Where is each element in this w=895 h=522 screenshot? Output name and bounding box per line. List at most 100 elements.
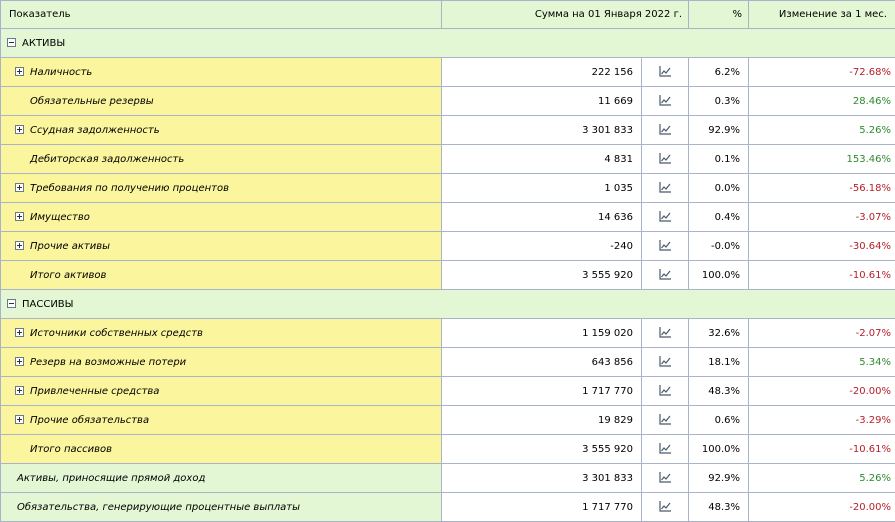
row-label-cell[interactable]: Резерв на возможные потери: [1, 348, 442, 377]
col-header-indicator[interactable]: Показатель: [1, 1, 442, 29]
row-label: Прочие активы: [30, 241, 110, 252]
row-sum: 4 831: [442, 145, 642, 174]
row-label-cell[interactable]: Привлеченные средства: [1, 377, 442, 406]
line-chart-icon[interactable]: [642, 348, 689, 377]
row-sum: 3 555 920: [442, 261, 642, 290]
row-percent: 18.1%: [689, 348, 749, 377]
row-label: Резерв на возможные потери: [30, 357, 186, 368]
row-label-cell: Дебиторская задолженность: [1, 145, 442, 174]
row-percent: 100.0%: [689, 435, 749, 464]
row-label-cell[interactable]: Ссудная задолженность: [1, 116, 442, 145]
line-chart-icon[interactable]: [642, 203, 689, 232]
line-chart-icon[interactable]: [642, 377, 689, 406]
line-chart-icon[interactable]: [642, 145, 689, 174]
row-label: Привлеченные средства: [30, 386, 159, 397]
row-change: -20.00%: [749, 377, 895, 406]
section-assets-cell[interactable]: АКТИВЫ: [1, 29, 895, 58]
row-label-cell[interactable]: Наличность: [1, 58, 442, 87]
row-percent: 48.3%: [689, 493, 749, 522]
minus-box-icon[interactable]: [7, 38, 16, 47]
section-liabilities[interactable]: ПАССИВЫ: [1, 290, 895, 319]
row-change: -20.00%: [749, 493, 895, 522]
line-chart-icon[interactable]: [642, 406, 689, 435]
plus-box-icon[interactable]: [15, 386, 24, 395]
row-percent: 0.6%: [689, 406, 749, 435]
table-row[interactable]: Имущество14 6360.4%-3.07%: [1, 203, 895, 232]
row-label-cell[interactable]: Имущество: [1, 203, 442, 232]
col-header-change[interactable]: Изменение за 1 мес.: [749, 1, 895, 29]
line-chart-icon[interactable]: [642, 232, 689, 261]
table-row[interactable]: Требования по получению процентов1 0350.…: [1, 174, 895, 203]
row-sum: 11 669: [442, 87, 642, 116]
minus-box-icon[interactable]: [7, 299, 16, 308]
line-chart-icon[interactable]: [642, 174, 689, 203]
plus-box-icon[interactable]: [15, 212, 24, 221]
plus-box-icon[interactable]: [15, 183, 24, 192]
row-sum: 1 717 770: [442, 377, 642, 406]
row-sum: 1 159 020: [442, 319, 642, 348]
row-percent: 92.9%: [689, 116, 749, 145]
table-header-row: Показатель Сумма на 01 Января 2022 г. % …: [1, 1, 895, 29]
row-label: Итого активов: [30, 270, 106, 281]
line-chart-icon[interactable]: [642, 493, 689, 522]
row-percent: 0.0%: [689, 174, 749, 203]
table-row: Итого активов3 555 920100.0%-10.61%: [1, 261, 895, 290]
row-percent: 48.3%: [689, 377, 749, 406]
row-label-cell: Обязательства, генерирующие процентные в…: [1, 493, 442, 522]
line-chart-icon[interactable]: [642, 464, 689, 493]
table-row: Обязательные резервы11 6690.3%28.46%: [1, 87, 895, 116]
row-percent: 6.2%: [689, 58, 749, 87]
plus-box-icon[interactable]: [15, 328, 24, 337]
row-change: 5.26%: [749, 116, 895, 145]
table-row[interactable]: Прочие активы-240-0.0%-30.64%: [1, 232, 895, 261]
line-chart-icon[interactable]: [642, 87, 689, 116]
row-change: 5.34%: [749, 348, 895, 377]
row-change: -10.61%: [749, 261, 895, 290]
row-change: -10.61%: [749, 435, 895, 464]
table-row[interactable]: Ссудная задолженность3 301 83392.9%5.26%: [1, 116, 895, 145]
section-liabilities-cell[interactable]: ПАССИВЫ: [1, 290, 895, 319]
row-label-cell[interactable]: Требования по получению процентов: [1, 174, 442, 203]
row-change: -3.07%: [749, 203, 895, 232]
row-sum: 643 856: [442, 348, 642, 377]
plus-box-icon[interactable]: [15, 241, 24, 250]
table-row: Дебиторская задолженность4 831 0.1%153.46…: [1, 145, 895, 174]
row-change: 153.46%: [749, 145, 895, 174]
balance-table: Показатель Сумма на 01 Января 2022 г. % …: [0, 0, 895, 522]
table-body: АКТИВЫ Наличность222 1566.2%-72.68%Обяза…: [1, 29, 895, 522]
line-chart-icon[interactable]: [642, 319, 689, 348]
row-change: -3.29%: [749, 406, 895, 435]
row-change: -72.68%: [749, 58, 895, 87]
row-sum: 19 829: [442, 406, 642, 435]
table-row[interactable]: Привлеченные средства 1 717 770 48.3%-20.0…: [1, 377, 895, 406]
line-chart-icon[interactable]: [642, 435, 689, 464]
plus-box-icon[interactable]: [15, 67, 24, 76]
row-label-cell[interactable]: Прочие активы: [1, 232, 442, 261]
section-assets[interactable]: АКТИВЫ: [1, 29, 895, 58]
row-label: Требования по получению процентов: [30, 183, 229, 194]
row-label-cell[interactable]: Источники собственных средств: [1, 319, 442, 348]
table-row[interactable]: Источники собственных средств1 159 02032…: [1, 319, 895, 348]
row-sum: -240: [442, 232, 642, 261]
section-assets-title: АКТИВЫ: [22, 38, 65, 49]
plus-box-icon[interactable]: [15, 415, 24, 424]
row-label-cell[interactable]: Прочие обязательства: [1, 406, 442, 435]
row-percent: -0.0%: [689, 232, 749, 261]
row-label-cell: Обязательные резервы: [1, 87, 442, 116]
table-row[interactable]: Прочие обязательства19 829 0.6%-3.29%: [1, 406, 895, 435]
plus-box-icon[interactable]: [15, 125, 24, 134]
line-chart-icon[interactable]: [642, 261, 689, 290]
row-sum: 3 555 920: [442, 435, 642, 464]
row-percent: 0.4%: [689, 203, 749, 232]
row-percent: 0.1%: [689, 145, 749, 174]
row-label: Ссудная задолженность: [30, 125, 160, 136]
line-chart-icon[interactable]: [642, 58, 689, 87]
col-header-percent[interactable]: %: [689, 1, 749, 29]
col-header-sum[interactable]: Сумма на 01 Января 2022 г.: [442, 1, 689, 29]
plus-box-icon[interactable]: [15, 357, 24, 366]
table-row: Обязательства, генерирующие процентные в…: [1, 493, 895, 522]
table-row[interactable]: Наличность222 1566.2%-72.68%: [1, 58, 895, 87]
row-percent: 92.9%: [689, 464, 749, 493]
line-chart-icon[interactable]: [642, 116, 689, 145]
table-row[interactable]: Резерв на возможные потери 643 856 18.1%5.…: [1, 348, 895, 377]
